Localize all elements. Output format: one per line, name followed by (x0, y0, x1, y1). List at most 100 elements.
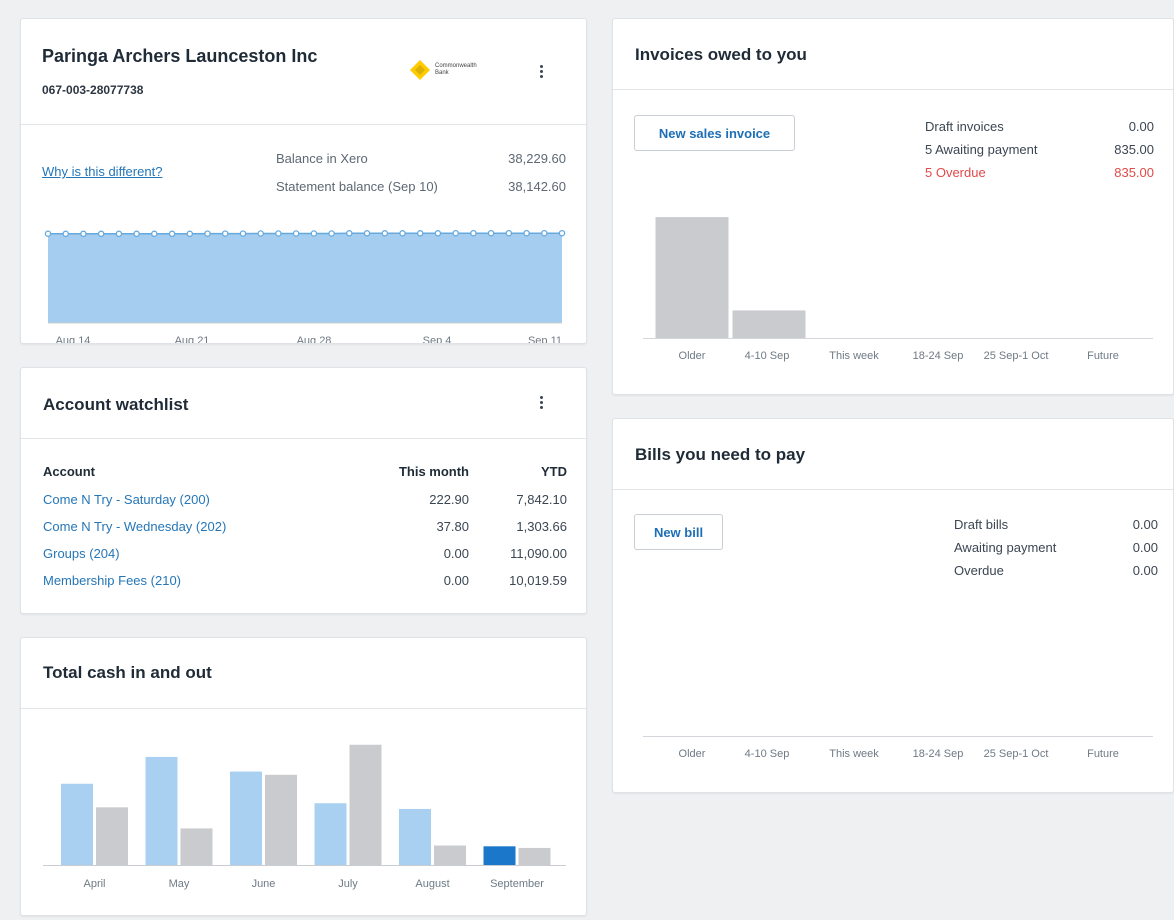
invoices-header: Invoices owed to you (613, 19, 1173, 90)
balance-point[interactable] (470, 229, 477, 237)
aging-tick-label: 4-10 Sep (745, 748, 790, 760)
aging-tick-label: 18-24 Sep (913, 748, 964, 760)
aging-tick-label: 4-10 Sep (745, 350, 790, 362)
cash-in-bar[interactable] (483, 846, 516, 865)
cash-in-bar[interactable] (230, 771, 262, 865)
balance-point[interactable] (487, 229, 495, 237)
balance-point[interactable] (452, 229, 459, 237)
watchlist-table: Account This month YTD Come N Try - Satu… (43, 464, 567, 594)
col-ytd: YTD (541, 464, 567, 479)
balance-point[interactable] (523, 229, 530, 237)
balance-in-xero-label: Balance in Xero (276, 151, 368, 166)
x-tick-label: Aug 14 (56, 335, 91, 344)
balance-point[interactable] (505, 229, 513, 237)
watchlist-ytd-value: 1,303.66 (516, 519, 567, 534)
new-sales-invoice-button[interactable]: New sales invoice (634, 115, 795, 151)
bills-summary-value: 0.00 (1132, 540, 1158, 555)
invoices-summary-label[interactable]: 5 Overdue (925, 165, 986, 180)
balance-point[interactable] (115, 230, 123, 238)
balance-point[interactable] (416, 230, 424, 237)
month-tick-label: June (252, 878, 276, 890)
watchlist-account-link[interactable]: Come N Try - Saturday (200) (43, 492, 359, 507)
balance-point[interactable] (292, 230, 300, 237)
balance-point[interactable] (346, 230, 353, 237)
watchlist-account-link[interactable]: Come N Try - Wednesday (202) (43, 519, 359, 534)
bank-logo: Commonwealth Bank (409, 59, 481, 81)
month-tick-label: August (415, 878, 449, 890)
cash-in-bar[interactable] (399, 808, 431, 865)
cash-out-bar[interactable] (518, 847, 551, 865)
cash-out-bar[interactable] (349, 744, 382, 865)
statement-balance-label: Statement balance (Sep 10) (276, 179, 438, 194)
invoices-aging-bar[interactable] (732, 310, 806, 338)
new-bill-button[interactable]: New bill (634, 514, 723, 550)
aging-tick-label: 18-24 Sep (913, 350, 964, 362)
balance-point[interactable] (62, 230, 69, 238)
balance-point[interactable] (186, 230, 194, 238)
watchlist-this-month-value: 0.00 (443, 546, 469, 561)
aging-tick-label: This week (829, 748, 879, 760)
balance-point[interactable] (541, 229, 548, 237)
bank-account-number: 067-003-28077738 (42, 83, 144, 97)
kebab-dot (540, 396, 543, 399)
bank-account-card: Paringa Archers Launceston Inc 067-003-2… (20, 18, 587, 344)
balance-point[interactable] (239, 230, 247, 237)
balance-point[interactable] (257, 230, 264, 237)
balance-point[interactable] (80, 230, 87, 238)
balance-point[interactable] (168, 230, 176, 238)
watchlist-account-link[interactable]: Membership Fees (210) (43, 573, 359, 588)
balance-point[interactable] (558, 229, 566, 237)
balance-point[interactable] (399, 230, 406, 237)
bills-to-pay-card: Bills you need to pay New bill Draft bil… (612, 418, 1174, 793)
x-tick-label: Sep 11 (528, 335, 562, 344)
table-row: Groups (204) 0.00 11,090.00 (43, 540, 567, 567)
balance-point[interactable] (381, 230, 389, 237)
cash-in-bar[interactable] (145, 756, 178, 865)
invoices-summary-value: 835.00 (1114, 165, 1154, 180)
bills-summary-label[interactable]: Awaiting payment (954, 540, 1056, 555)
balance-point[interactable] (204, 230, 211, 237)
balance-point[interactable] (151, 230, 158, 238)
aging-tick-label: Future (1087, 748, 1119, 760)
bank-card-menu-button[interactable] (540, 65, 544, 78)
watchlist-header-row: Account This month YTD (43, 464, 567, 486)
cash-out-bar[interactable] (180, 828, 213, 865)
balance-point[interactable] (44, 230, 52, 237)
balance-point[interactable] (310, 230, 318, 237)
balance-point[interactable] (328, 230, 335, 237)
invoices-owed-card: Invoices owed to you New sales invoice D… (612, 18, 1174, 395)
bills-summary-label[interactable]: Draft bills (954, 517, 1008, 532)
invoices-summary-label[interactable]: 5 Awaiting payment (925, 142, 1038, 157)
cash-in-bar[interactable] (314, 803, 347, 865)
table-row: Come N Try - Saturday (200) 222.90 7,842.1… (43, 486, 567, 513)
col-this-month: This month (398, 464, 469, 479)
cash-in-bar[interactable] (61, 783, 93, 865)
cash-title: Total cash in and out (43, 663, 212, 682)
balance-point[interactable] (363, 230, 371, 237)
cash-out-bar[interactable] (96, 807, 128, 865)
invoices-summary-label[interactable]: Draft invoices (925, 119, 1004, 134)
invoices-aging-bar[interactable] (655, 217, 729, 338)
balance-point[interactable] (97, 230, 105, 238)
bills-summary-label[interactable]: Overdue (954, 563, 1004, 578)
invoices-aging-chart: Older 4-10 Sep This week 18-24 Sep 25 Sep-1 … (643, 217, 1153, 362)
cash-out-bar[interactable] (434, 845, 466, 866)
aging-tick-label: This week (829, 350, 879, 362)
account-watchlist-card: Account watchlist Account This month YTD… (20, 367, 587, 614)
month-tick-label: May (169, 878, 190, 890)
balance-point[interactable] (434, 230, 442, 237)
watchlist-menu-button[interactable] (540, 396, 544, 409)
why-different-link[interactable]: Why is this different? (42, 164, 162, 179)
bank-account-name[interactable]: Paringa Archers Launceston Inc (42, 46, 317, 67)
balance-point[interactable] (275, 230, 282, 237)
cash-out-bar[interactable] (265, 774, 297, 865)
col-account: Account (43, 464, 95, 479)
balance-point[interactable] (221, 230, 229, 237)
aging-tick-label: Older (679, 350, 706, 362)
invoices-summary-value: 835.00 (1114, 142, 1154, 157)
balance-point[interactable] (133, 230, 140, 238)
cash-header: Total cash in and out (21, 638, 586, 709)
watchlist-account-link[interactable]: Groups (204) (43, 546, 359, 561)
aging-tick-label: Older (679, 748, 706, 760)
kebab-dot (540, 70, 543, 73)
